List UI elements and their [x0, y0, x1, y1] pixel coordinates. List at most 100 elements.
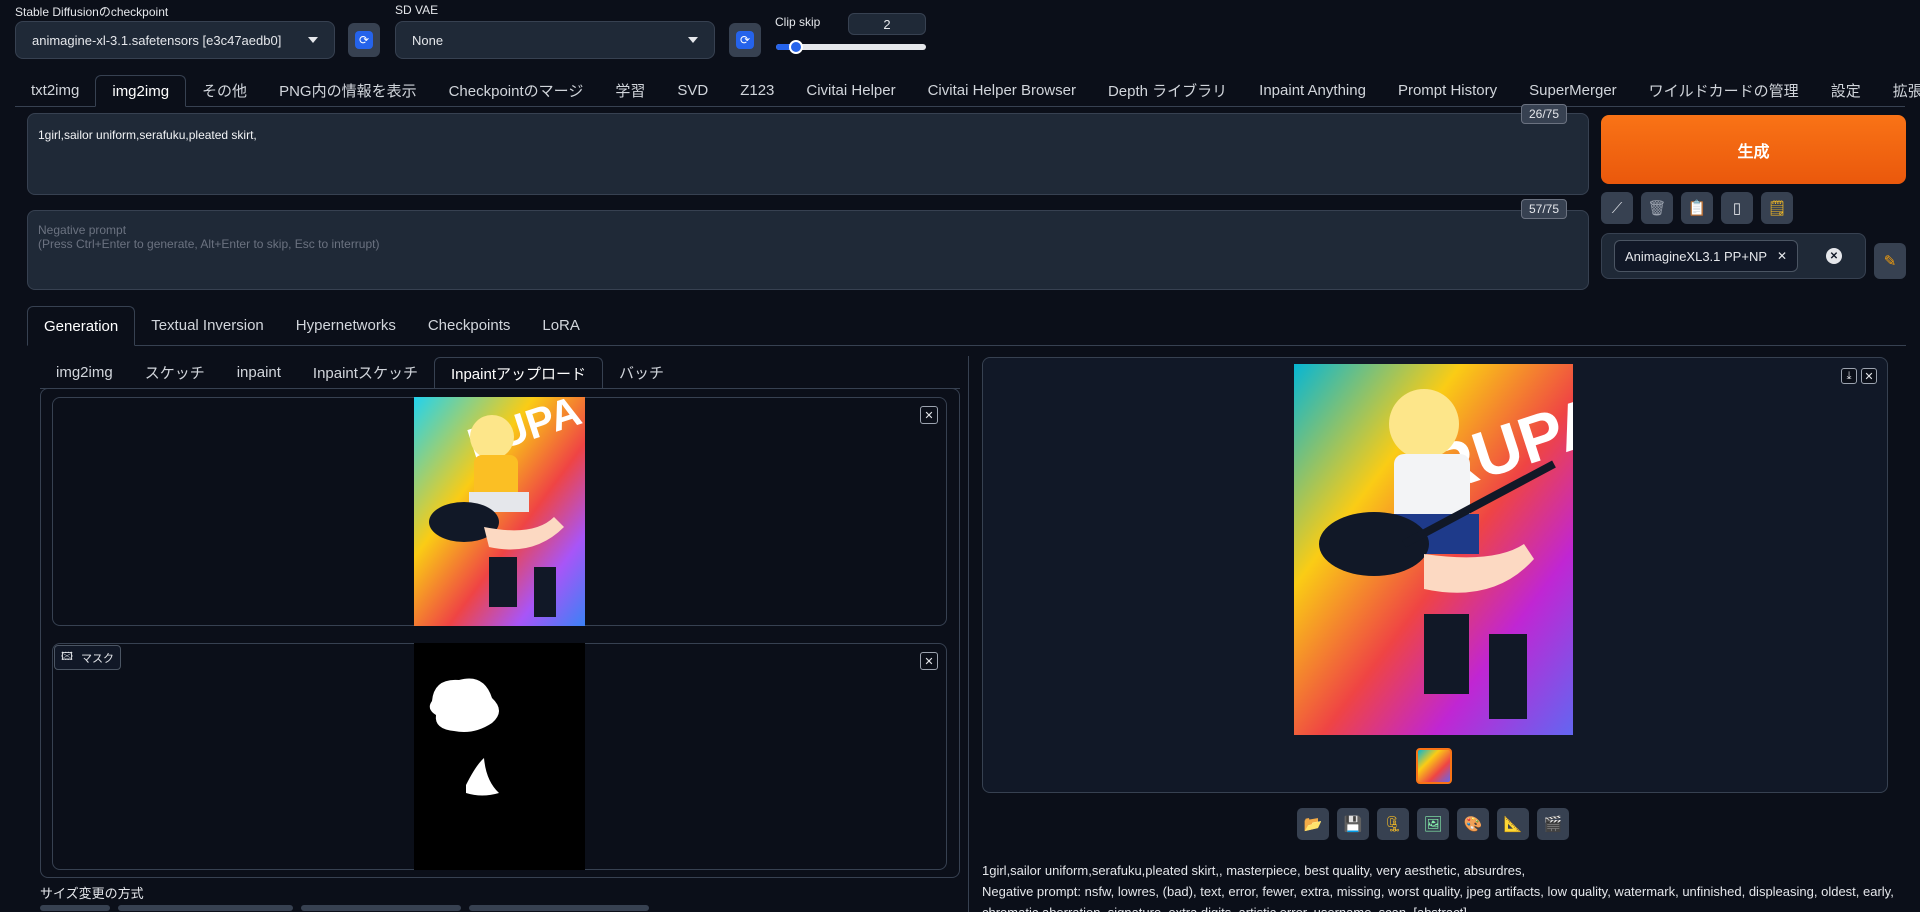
- tab-10[interactable]: Depth ライブラリ: [1092, 74, 1243, 106]
- image-icon: 🖾: [61, 651, 73, 663]
- inpaint-image-art: RUPA: [414, 397, 585, 626]
- tab-7[interactable]: Z123: [724, 74, 790, 106]
- column-divider: [968, 356, 969, 912]
- clip-skip-input[interactable]: 2: [848, 13, 926, 35]
- slider-knob[interactable]: [789, 40, 803, 54]
- tab-16[interactable]: 拡張機能: [1877, 74, 1920, 106]
- tab-6[interactable]: SVD: [661, 74, 724, 106]
- checkpoint-value: animagine-xl-3.1.safetensors [e3c47aedb0…: [32, 32, 282, 48]
- prompt-token-counter: 26/75: [1521, 104, 1568, 124]
- gallery-action-buttons: 📂 💾 🗜 🖼 🎨 📐 🎬: [1297, 808, 1569, 840]
- checkpoint-dropdown[interactable]: animagine-xl-3.1.safetensors [e3c47aedb0…: [15, 21, 335, 59]
- img2img-tab-0[interactable]: img2img: [40, 356, 129, 388]
- vae-dropdown[interactable]: None: [395, 21, 715, 59]
- generate-button[interactable]: 生成: [1601, 115, 1906, 184]
- folder-icon[interactable]: 📂: [1297, 808, 1329, 840]
- refresh-icon: ⟳: [355, 31, 373, 49]
- clip-skip-label: Clip skip: [775, 15, 821, 29]
- tab-3[interactable]: PNG内の情報を表示: [263, 74, 433, 106]
- resize-option[interactable]: [118, 905, 293, 911]
- img2img-tab-2[interactable]: inpaint: [221, 356, 297, 388]
- prompt-text: 1girl,sailor uniform,serafuku,pleated sk…: [38, 128, 257, 142]
- generation-tab-1[interactable]: Textual Inversion: [135, 305, 280, 345]
- edit-styles-button[interactable]: ✎: [1874, 243, 1906, 279]
- close-icon[interactable]: ✕: [920, 406, 938, 424]
- clear-styles-icon[interactable]: ✕: [1826, 248, 1842, 264]
- mask-label: マスク: [80, 652, 114, 665]
- ruler-icon[interactable]: 📐: [1497, 808, 1529, 840]
- info-params: chromatic aberration, signature, extra d…: [982, 902, 1902, 912]
- tab-2[interactable]: その他: [186, 74, 263, 106]
- resize-option[interactable]: [469, 905, 649, 911]
- resize-mode-options: [40, 905, 649, 911]
- bookmark-icon[interactable]: ▯: [1721, 192, 1753, 224]
- close-icon[interactable]: ✕: [1861, 368, 1877, 384]
- mask-image: [414, 643, 585, 870]
- gallery-thumbnail[interactable]: [1416, 748, 1452, 784]
- close-icon[interactable]: ✕: [1777, 249, 1787, 263]
- generation-tabs: Generation Textual Inversion Hypernetworks…: [27, 305, 1906, 346]
- image-icon[interactable]: 🖼: [1417, 808, 1449, 840]
- clipboard-icon[interactable]: 📋: [1681, 192, 1713, 224]
- refresh-checkpoint-button[interactable]: ⟳: [348, 23, 380, 57]
- chevron-down-icon: [308, 37, 318, 43]
- prompt-textarea[interactable]: 1girl,sailor uniform,serafuku,pleated sk…: [27, 113, 1589, 195]
- output-image[interactable]: RUPA: [1294, 364, 1573, 735]
- inpaint-image: RUPA: [414, 397, 585, 626]
- close-icon[interactable]: ✕: [920, 652, 938, 670]
- info-negative: Negative prompt: nsfw, lowres, (bad), te…: [982, 884, 1894, 899]
- resize-option[interactable]: [301, 905, 461, 911]
- negative-prompt-textarea[interactable]: Negative prompt (Press Ctrl+Enter to gen…: [27, 210, 1589, 290]
- style-chip[interactable]: AnimagineXL3.1 PP+NP ✕: [1614, 240, 1799, 272]
- tab-4[interactable]: Checkpointのマージ: [433, 74, 600, 106]
- refresh-icon: ⟳: [736, 31, 754, 49]
- negative-token-counter: 57/75: [1521, 199, 1568, 219]
- trash-icon[interactable]: 🗑: [1641, 192, 1673, 224]
- tab-13[interactable]: SuperMerger: [1513, 74, 1633, 106]
- info-prompt: 1girl,sailor uniform,serafuku,pleated sk…: [982, 863, 1526, 878]
- generation-tab-3[interactable]: Checkpoints: [412, 305, 527, 345]
- generation-info: 1girl,sailor uniform,serafuku,pleated sk…: [982, 860, 1902, 912]
- style-chip-label: AnimagineXL3.1 PP+NP: [1625, 248, 1768, 264]
- chevron-down-icon: [688, 37, 698, 43]
- palette-icon[interactable]: 🎨: [1457, 808, 1489, 840]
- resize-option[interactable]: [40, 905, 110, 911]
- vae-value: None: [412, 32, 444, 48]
- zip-icon[interactable]: 🗜: [1377, 808, 1409, 840]
- refresh-vae-button[interactable]: ⟳: [729, 23, 761, 57]
- negative-placeholder-line2: (Press Ctrl+Enter to generate, Alt+Enter…: [38, 237, 380, 251]
- img2img-tab-5[interactable]: バッチ: [603, 356, 680, 388]
- tab-12[interactable]: Prompt History: [1382, 74, 1513, 106]
- mask-label-badge: 🖾 マスク: [54, 645, 121, 670]
- img2img-mode-tabs: img2img スケッチ inpaint Inpaintスケッチ Inpaintアップロ…: [40, 356, 960, 389]
- note-icon[interactable]: 🗒: [1761, 192, 1793, 224]
- tab-9[interactable]: Civitai Helper Browser: [912, 74, 1092, 106]
- negative-placeholder-line1: Negative prompt: [38, 223, 127, 237]
- tab-0[interactable]: txt2img: [15, 74, 95, 106]
- tab-11[interactable]: Inpaint Anything: [1243, 74, 1382, 106]
- resize-mode-label: サイズ変更の方式: [40, 886, 144, 901]
- negative-placeholder: Negative prompt (Press Ctrl+Enter to gen…: [38, 223, 379, 251]
- main-tabs: txt2img img2img その他 PNG内の情報を表示 Checkpointのマー…: [15, 74, 1920, 107]
- tab-8[interactable]: Civitai Helper: [790, 74, 911, 106]
- clapper-icon[interactable]: 🎬: [1537, 808, 1569, 840]
- tool-buttons: ⟋ 🗑 📋 ▯ 🗒: [1601, 192, 1793, 224]
- download-icon[interactable]: ⤓: [1841, 368, 1857, 384]
- tab-1[interactable]: img2img: [95, 75, 187, 107]
- tab-15[interactable]: 設定: [1815, 74, 1877, 106]
- generation-tab-0[interactable]: Generation: [27, 306, 136, 346]
- styles-dropdown[interactable]: AnimagineXL3.1 PP+NP ✕ ✕: [1601, 233, 1866, 279]
- generation-tab-2[interactable]: Hypernetworks: [280, 305, 412, 345]
- tab-5[interactable]: 学習: [599, 74, 661, 106]
- tab-14[interactable]: ワイルドカードの管理: [1633, 74, 1815, 106]
- img2img-tab-4[interactable]: Inpaintアップロード: [433, 357, 603, 389]
- save-icon[interactable]: 💾: [1337, 808, 1369, 840]
- pencil-icon[interactable]: ⟋: [1601, 192, 1633, 224]
- generation-tab-4[interactable]: LoRA: [526, 305, 596, 345]
- img2img-tab-3[interactable]: Inpaintスケッチ: [297, 356, 434, 388]
- checkpoint-label: Stable Diffusionのcheckpoint: [15, 5, 169, 19]
- vae-label: SD VAE: [395, 3, 439, 17]
- mask-shapes: [429, 678, 499, 796]
- output-image-art: RUPA: [1294, 364, 1573, 735]
- img2img-tab-1[interactable]: スケッチ: [129, 356, 221, 388]
